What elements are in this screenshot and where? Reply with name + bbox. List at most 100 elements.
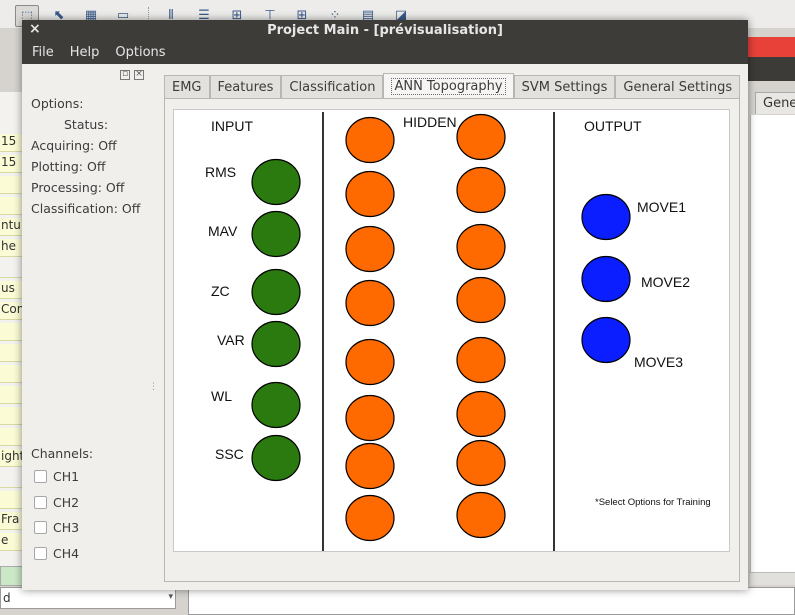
input-label-rms: RMS bbox=[205, 164, 237, 180]
hidden-node-col1-1 bbox=[345, 116, 395, 164]
background-table-cell bbox=[0, 365, 22, 383]
output-node-move1 bbox=[581, 193, 631, 241]
input-label-wl: WL bbox=[211, 388, 232, 404]
background-table-cell bbox=[0, 428, 22, 446]
background-table-cell bbox=[0, 470, 22, 488]
status-processing: Processing: Off bbox=[31, 180, 125, 195]
hidden-node-col1-5 bbox=[345, 338, 395, 386]
background-table-cell bbox=[0, 386, 22, 404]
options-label: Options: bbox=[31, 96, 84, 111]
output-label-move2: MOVE2 bbox=[641, 274, 691, 290]
background-text-box[interactable] bbox=[188, 587, 795, 615]
dock-close-icon[interactable]: × bbox=[134, 70, 144, 80]
channels-label: Channels: bbox=[31, 446, 94, 461]
checkbox-label: CH4 bbox=[53, 546, 80, 561]
project-main-window: × Project Main - [prévisualisation] File… bbox=[22, 20, 748, 590]
hidden-node-col2-8 bbox=[456, 491, 506, 539]
checkbox-label: CH3 bbox=[53, 520, 80, 535]
checkbox-label: CH2 bbox=[53, 495, 80, 510]
background-left-column: 15 15 ntu he us Con ight Fra e bbox=[0, 92, 22, 582]
background-table-cell: Fra bbox=[0, 512, 22, 530]
hidden-node-col2-6 bbox=[456, 390, 506, 438]
background-table-cell bbox=[0, 344, 22, 362]
hidden-node-col1-3 bbox=[345, 225, 395, 273]
background-dark-bar bbox=[748, 57, 795, 81]
hidden-node-col2-7 bbox=[456, 439, 506, 487]
background-table-cell: us bbox=[0, 281, 22, 299]
checkbox-ch2[interactable]: CH2 bbox=[34, 495, 79, 510]
input-header: INPUT bbox=[211, 118, 253, 134]
output-label-move1: MOVE1 bbox=[637, 199, 687, 215]
checkbox-ch4[interactable]: CH4 bbox=[34, 546, 79, 561]
hidden-header: HIDDEN bbox=[403, 114, 457, 130]
background-table-cell bbox=[0, 407, 22, 425]
checkbox-ch1[interactable]: CH1 bbox=[34, 469, 79, 484]
tab-features[interactable]: Features bbox=[209, 75, 282, 98]
checkbox-box[interactable] bbox=[34, 470, 47, 483]
background-table-cell bbox=[0, 197, 22, 215]
input-node-ssc bbox=[251, 434, 301, 482]
training-note: *Select Options for Training bbox=[595, 497, 711, 508]
background-table-cell bbox=[0, 176, 22, 194]
background-table-cell bbox=[0, 491, 22, 509]
background-table-cell: e bbox=[0, 533, 22, 551]
hidden-node-col2-3 bbox=[456, 223, 506, 271]
background-table-cell: ight bbox=[0, 449, 22, 467]
menu-help[interactable]: Help bbox=[60, 42, 106, 64]
background-red-bar bbox=[748, 37, 795, 57]
input-node-zc bbox=[251, 268, 301, 316]
options-dock: ▫ × Options: Status: Acquiring: Off Plot… bbox=[22, 64, 162, 590]
tab-ann-topography[interactable]: ANN Topography bbox=[383, 73, 514, 99]
resize-grip-icon[interactable]: ⋮ bbox=[149, 382, 158, 392]
hidden-node-col2-2 bbox=[456, 166, 506, 214]
output-label-move3: MOVE3 bbox=[634, 354, 684, 370]
status-acquiring: Acquiring: Off bbox=[31, 138, 117, 153]
menu-bar: File Help Options bbox=[22, 42, 748, 64]
checkbox-ch3[interactable]: CH3 bbox=[34, 520, 79, 535]
status-label: Status: bbox=[64, 117, 109, 132]
dock-buttons: ▫ × bbox=[120, 70, 144, 80]
hidden-node-col2-1 bbox=[456, 113, 506, 161]
tab-bar: EMG Features Classification ANN Topograp… bbox=[164, 73, 741, 99]
hidden-node-col1-2 bbox=[345, 170, 395, 218]
hidden-node-col2-4 bbox=[456, 276, 506, 324]
output-header: OUTPUT bbox=[584, 118, 642, 134]
background-table-cell: 15 bbox=[0, 155, 22, 173]
background-tab-general[interactable]: Gene bbox=[755, 92, 795, 114]
ann-topography-diagram: INPUT HIDDEN OUTPUT RMS MAV ZC VAR WL SS… bbox=[173, 109, 730, 552]
window-title: Project Main - [prévisualisation] bbox=[267, 23, 503, 38]
menu-file[interactable]: File bbox=[22, 42, 60, 64]
input-label-var: VAR bbox=[217, 332, 245, 348]
background-table-cell: he bbox=[0, 239, 22, 257]
menu-options[interactable]: Options bbox=[105, 42, 171, 64]
dock-float-icon[interactable]: ▫ bbox=[120, 70, 130, 80]
tab-classification[interactable]: Classification bbox=[281, 75, 384, 98]
tab-svm-settings[interactable]: SVM Settings bbox=[513, 75, 616, 98]
hidden-node-col1-4 bbox=[345, 279, 395, 327]
ann-network-graphic bbox=[251, 112, 631, 551]
tab-ann-topography-label: ANN Topography bbox=[391, 78, 506, 95]
background-table-cell: Con bbox=[0, 302, 22, 320]
checkbox-box[interactable] bbox=[34, 496, 47, 509]
hidden-node-col2-5 bbox=[456, 336, 506, 384]
background-table-cell: ntu bbox=[0, 218, 22, 236]
tab-general-settings[interactable]: General Settings bbox=[615, 75, 741, 98]
input-node-var bbox=[251, 320, 301, 368]
input-node-wl bbox=[251, 381, 301, 429]
checkbox-box[interactable] bbox=[34, 521, 47, 534]
input-label-zc: ZC bbox=[211, 283, 230, 299]
hidden-node-col1-8 bbox=[345, 494, 395, 542]
checkbox-label: CH1 bbox=[53, 469, 80, 484]
background-table-cell bbox=[0, 260, 22, 278]
tab-emg[interactable]: EMG bbox=[164, 75, 210, 98]
input-label-mav: MAV bbox=[208, 223, 238, 239]
output-node-move2 bbox=[581, 255, 631, 303]
hidden-node-col1-6 bbox=[345, 394, 395, 442]
background-scrollbar[interactable] bbox=[750, 572, 795, 585]
chevron-down-icon: ▾ bbox=[168, 592, 173, 602]
input-node-rms bbox=[251, 158, 301, 206]
background-table-cell bbox=[0, 323, 22, 341]
background-combo[interactable]: d ▾ bbox=[0, 587, 176, 609]
background-right-panel bbox=[750, 115, 795, 580]
checkbox-box[interactable] bbox=[34, 547, 47, 560]
